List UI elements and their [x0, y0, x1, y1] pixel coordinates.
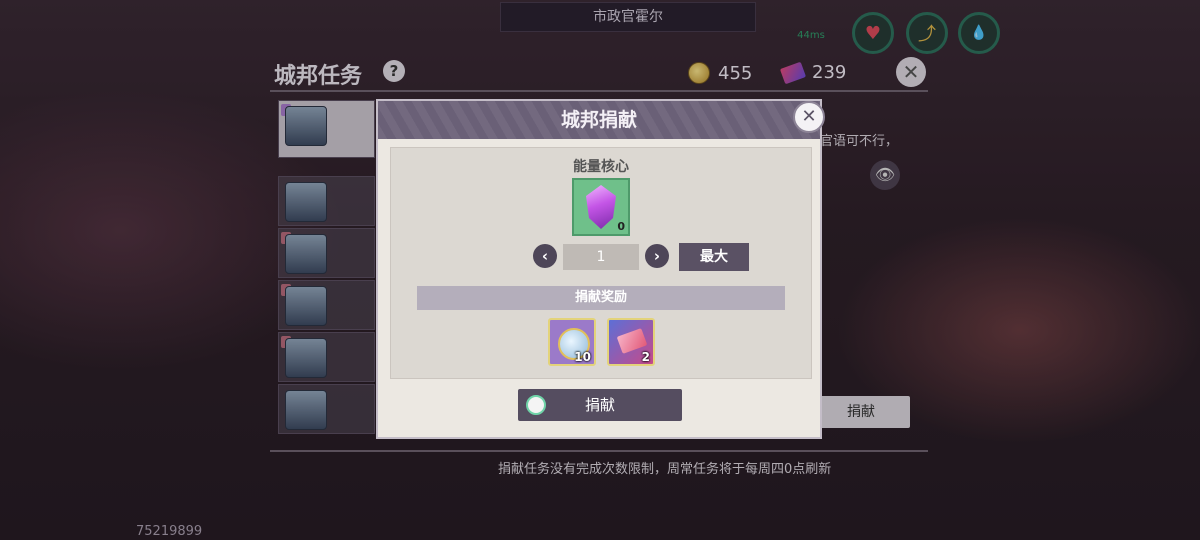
- donate-modal: 城邦捐献 能量核心 0 ‹ 1 › 最大 捐献奖励 10 2 捐献: [376, 99, 822, 439]
- rewards-header: 捐献奖励: [417, 286, 785, 310]
- quantity-field[interactable]: 1: [563, 244, 639, 270]
- donate-item-panel: 能量核心 0 ‹ 1 › 最大 捐献奖励 10 2: [390, 147, 812, 379]
- item-count: 0: [617, 220, 625, 233]
- modal-title: 城邦捐献: [560, 109, 637, 131]
- reward-count: 10: [574, 350, 591, 364]
- energy-core-icon: [586, 185, 616, 229]
- donate-button[interactable]: 捐献: [518, 389, 682, 421]
- donate-label: 捐献: [584, 396, 615, 414]
- item-name: 能量核心: [573, 159, 629, 175]
- reward-coin[interactable]: 10: [548, 318, 596, 366]
- decrease-button[interactable]: ‹: [533, 244, 557, 268]
- increase-button[interactable]: ›: [645, 244, 669, 268]
- radio-icon: [526, 395, 546, 415]
- max-button[interactable]: 最大: [679, 243, 749, 271]
- item-slot[interactable]: 0: [572, 178, 630, 236]
- quantity-stepper: ‹ 1 › 最大: [391, 243, 811, 271]
- reward-ticket[interactable]: 2: [607, 318, 655, 366]
- modal-close-button[interactable]: ✕: [793, 101, 825, 133]
- reward-count: 2: [641, 350, 650, 364]
